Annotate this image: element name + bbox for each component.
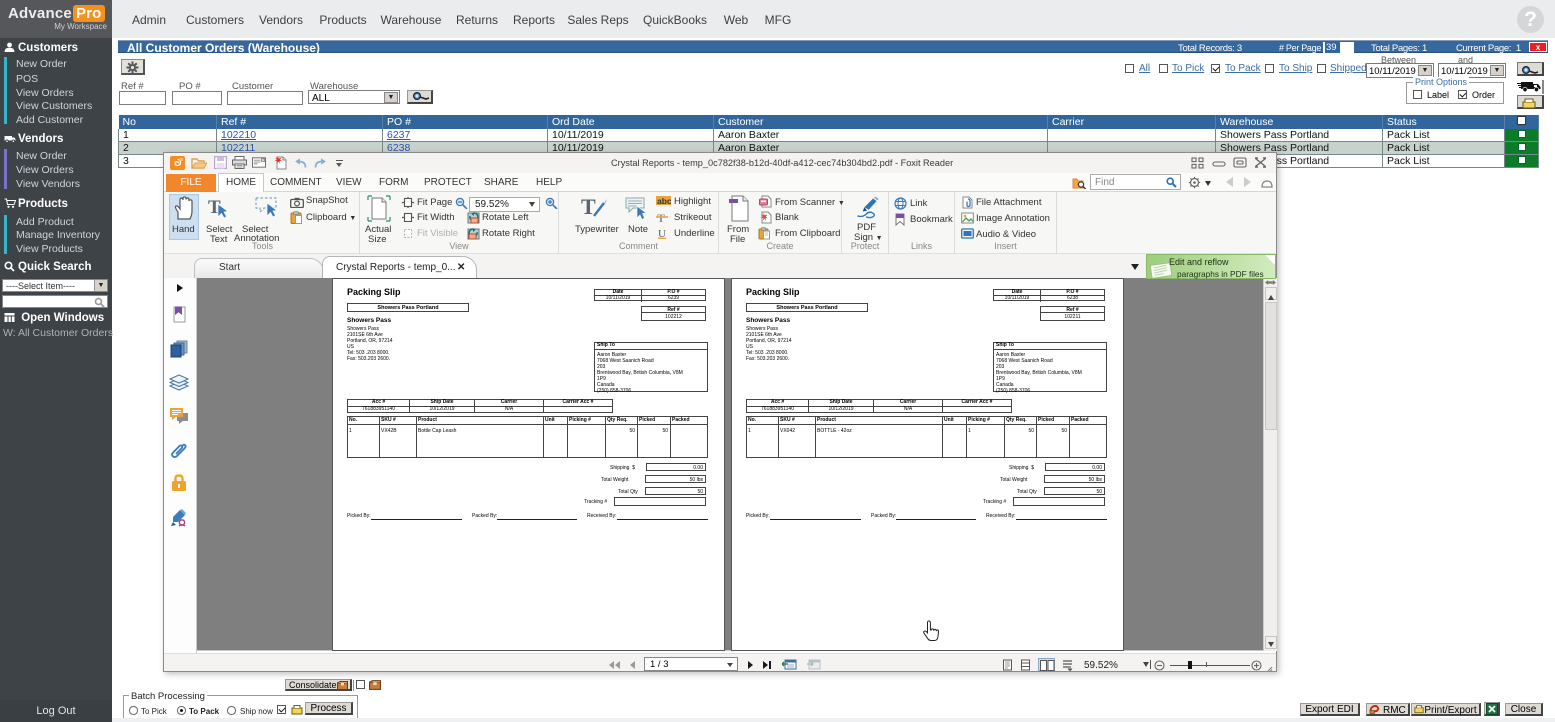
svg-text:abc: abc xyxy=(657,196,671,206)
svg-text:U: U xyxy=(658,228,666,239)
